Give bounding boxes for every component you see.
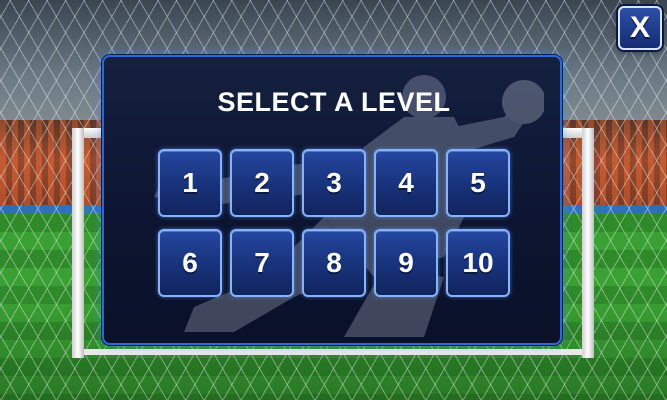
- close-icon: X: [629, 11, 650, 44]
- level-select-panel: SELECT A LEVEL 1 2 3 4 5 6 7 8 9 10: [102, 55, 562, 345]
- close-button[interactable]: X: [618, 6, 662, 50]
- level-button-4[interactable]: 4: [374, 149, 438, 217]
- goal-post-left: [72, 128, 84, 358]
- goal-post-right: [582, 128, 594, 358]
- level-button-3[interactable]: 3: [302, 149, 366, 217]
- level-button-10[interactable]: 10: [446, 229, 510, 297]
- level-button-8[interactable]: 8: [302, 229, 366, 297]
- level-button-2[interactable]: 2: [230, 149, 294, 217]
- level-button-9[interactable]: 9: [374, 229, 438, 297]
- panel-title: SELECT A LEVEL: [217, 87, 451, 117]
- level-button-7[interactable]: 7: [230, 229, 294, 297]
- level-button-6[interactable]: 6: [158, 229, 222, 297]
- level-grid: 1 2 3 4 5 6 7 8 9 10: [158, 149, 510, 297]
- level-button-5[interactable]: 5: [446, 149, 510, 217]
- goal-line: [84, 349, 582, 355]
- level-button-1[interactable]: 1: [158, 149, 222, 217]
